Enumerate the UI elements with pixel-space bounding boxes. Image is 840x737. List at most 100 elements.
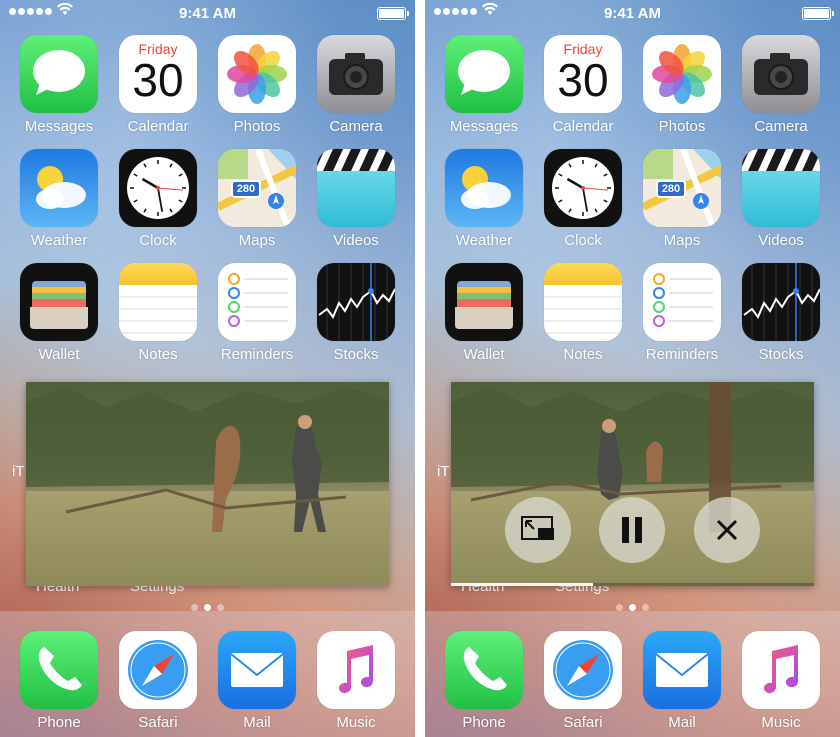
- picture-in-picture-restore-icon: [521, 516, 554, 540]
- weather-icon: [445, 149, 523, 227]
- app-maps[interactable]: 280 Maps: [634, 149, 730, 249]
- reminders-icon: [218, 263, 296, 341]
- app-notes[interactable]: Notes: [110, 263, 206, 363]
- app-camera[interactable]: Camera: [308, 35, 404, 135]
- app-label: Maps: [663, 232, 701, 249]
- safari-icon: [544, 631, 622, 709]
- camera-icon: [317, 35, 395, 113]
- app-label: Wallet: [38, 346, 80, 363]
- videos-icon: [317, 149, 395, 227]
- app-phone-dock[interactable]: Phone: [11, 631, 107, 731]
- app-label: Mail: [243, 714, 271, 731]
- app-label: Reminders: [645, 346, 719, 363]
- app-label: Camera: [754, 118, 808, 135]
- pip-progress-fill: [451, 583, 593, 586]
- app-mail-dock[interactable]: Mail: [634, 631, 730, 731]
- app-messages[interactable]: Messages: [436, 35, 532, 135]
- clock-icon: [119, 149, 197, 227]
- reminders-icon: [643, 263, 721, 341]
- battery-icon: [802, 7, 834, 20]
- app-calendar[interactable]: Friday 30 Calendar: [535, 35, 631, 135]
- app-phone-dock[interactable]: Phone: [436, 631, 532, 731]
- app-reminders[interactable]: Reminders: [209, 263, 305, 363]
- picture-in-picture-video[interactable]: [26, 382, 389, 586]
- status-time: 9:41 AM: [179, 5, 236, 22]
- video-frame-scene: [26, 387, 389, 532]
- app-label: Weather: [30, 232, 88, 249]
- app-mail-dock[interactable]: Mail: [209, 631, 305, 731]
- safari-icon: [119, 631, 197, 709]
- app-clock[interactable]: Clock: [110, 149, 206, 249]
- app-stocks[interactable]: Stocks: [733, 263, 829, 363]
- clock-icon: [544, 149, 622, 227]
- app-camera[interactable]: Camera: [733, 35, 829, 135]
- app-stocks[interactable]: Stocks: [308, 263, 404, 363]
- partial-app-label-itunes: iT: [437, 463, 450, 480]
- app-label: Maps: [238, 232, 276, 249]
- wallet-icon: [445, 263, 523, 341]
- app-wallet[interactable]: Wallet: [436, 263, 532, 363]
- messages-icon: [445, 35, 523, 113]
- app-calendar[interactable]: Friday 30 Calendar: [110, 35, 206, 135]
- notes-icon: [544, 263, 622, 341]
- app-music-dock[interactable]: Music: [308, 631, 404, 731]
- app-label: Mail: [668, 714, 696, 731]
- app-safari-dock[interactable]: Safari: [110, 631, 206, 731]
- maps-icon: 280: [218, 149, 296, 227]
- maps-icon: 280: [643, 149, 721, 227]
- status-bar: 9:41 AM: [425, 0, 840, 26]
- app-notes[interactable]: Notes: [535, 263, 631, 363]
- app-label: Photos: [658, 118, 706, 135]
- mail-icon: [218, 631, 296, 709]
- app-label: Music: [336, 714, 376, 731]
- calendar-day: 30: [557, 54, 609, 106]
- pip-progress-bar: [451, 583, 814, 586]
- app-label: Messages: [24, 118, 94, 135]
- music-icon: [317, 631, 395, 709]
- app-safari-dock[interactable]: Safari: [535, 631, 631, 731]
- app-label: Calendar: [127, 118, 189, 135]
- app-videos[interactable]: Videos: [733, 149, 829, 249]
- app-label: Reminders: [220, 346, 294, 363]
- music-icon: [742, 631, 820, 709]
- app-weather[interactable]: Weather: [436, 149, 532, 249]
- pause-button[interactable]: [599, 497, 665, 563]
- stocks-icon: [317, 263, 395, 341]
- close-button[interactable]: [694, 497, 760, 563]
- stocks-icon: [742, 263, 820, 341]
- app-label: Safari: [138, 714, 178, 731]
- status-bar: 9:41 AM: [0, 0, 415, 26]
- close-icon: [716, 519, 738, 541]
- app-music-dock[interactable]: Music: [733, 631, 829, 731]
- app-clock[interactable]: Clock: [535, 149, 631, 249]
- home-screen-left: 9:41 AM Messages Friday 30 Calendar Photos…: [0, 0, 415, 737]
- status-time: 9:41 AM: [604, 5, 661, 22]
- app-photos[interactable]: Photos: [209, 35, 305, 135]
- notes-icon: [119, 263, 197, 341]
- photos-icon: [218, 35, 296, 113]
- maps-route-badge: 280: [236, 183, 256, 195]
- calendar-day: 30: [132, 54, 184, 106]
- app-label: Clock: [564, 232, 602, 249]
- app-weather[interactable]: Weather: [11, 149, 107, 249]
- app-label: Music: [761, 714, 801, 731]
- app-reminders[interactable]: Reminders: [634, 263, 730, 363]
- messages-icon: [20, 35, 98, 113]
- pip-restore-button[interactable]: [505, 497, 571, 563]
- weather-icon: [20, 149, 98, 227]
- app-photos[interactable]: Photos: [634, 35, 730, 135]
- app-label: Videos: [333, 232, 379, 249]
- camera-icon: [742, 35, 820, 113]
- app-label: Notes: [138, 346, 178, 363]
- app-label: Photos: [233, 118, 281, 135]
- app-label: Safari: [563, 714, 603, 731]
- app-messages[interactable]: Messages: [11, 35, 107, 135]
- app-wallet[interactable]: Wallet: [11, 263, 107, 363]
- pip-controls: [451, 497, 814, 563]
- app-label: Calendar: [552, 118, 614, 135]
- calendar-icon: Friday 30: [544, 35, 622, 113]
- app-maps[interactable]: 280 Maps: [209, 149, 305, 249]
- app-videos[interactable]: Videos: [308, 149, 404, 249]
- app-label: Camera: [329, 118, 383, 135]
- picture-in-picture-video[interactable]: [451, 382, 814, 586]
